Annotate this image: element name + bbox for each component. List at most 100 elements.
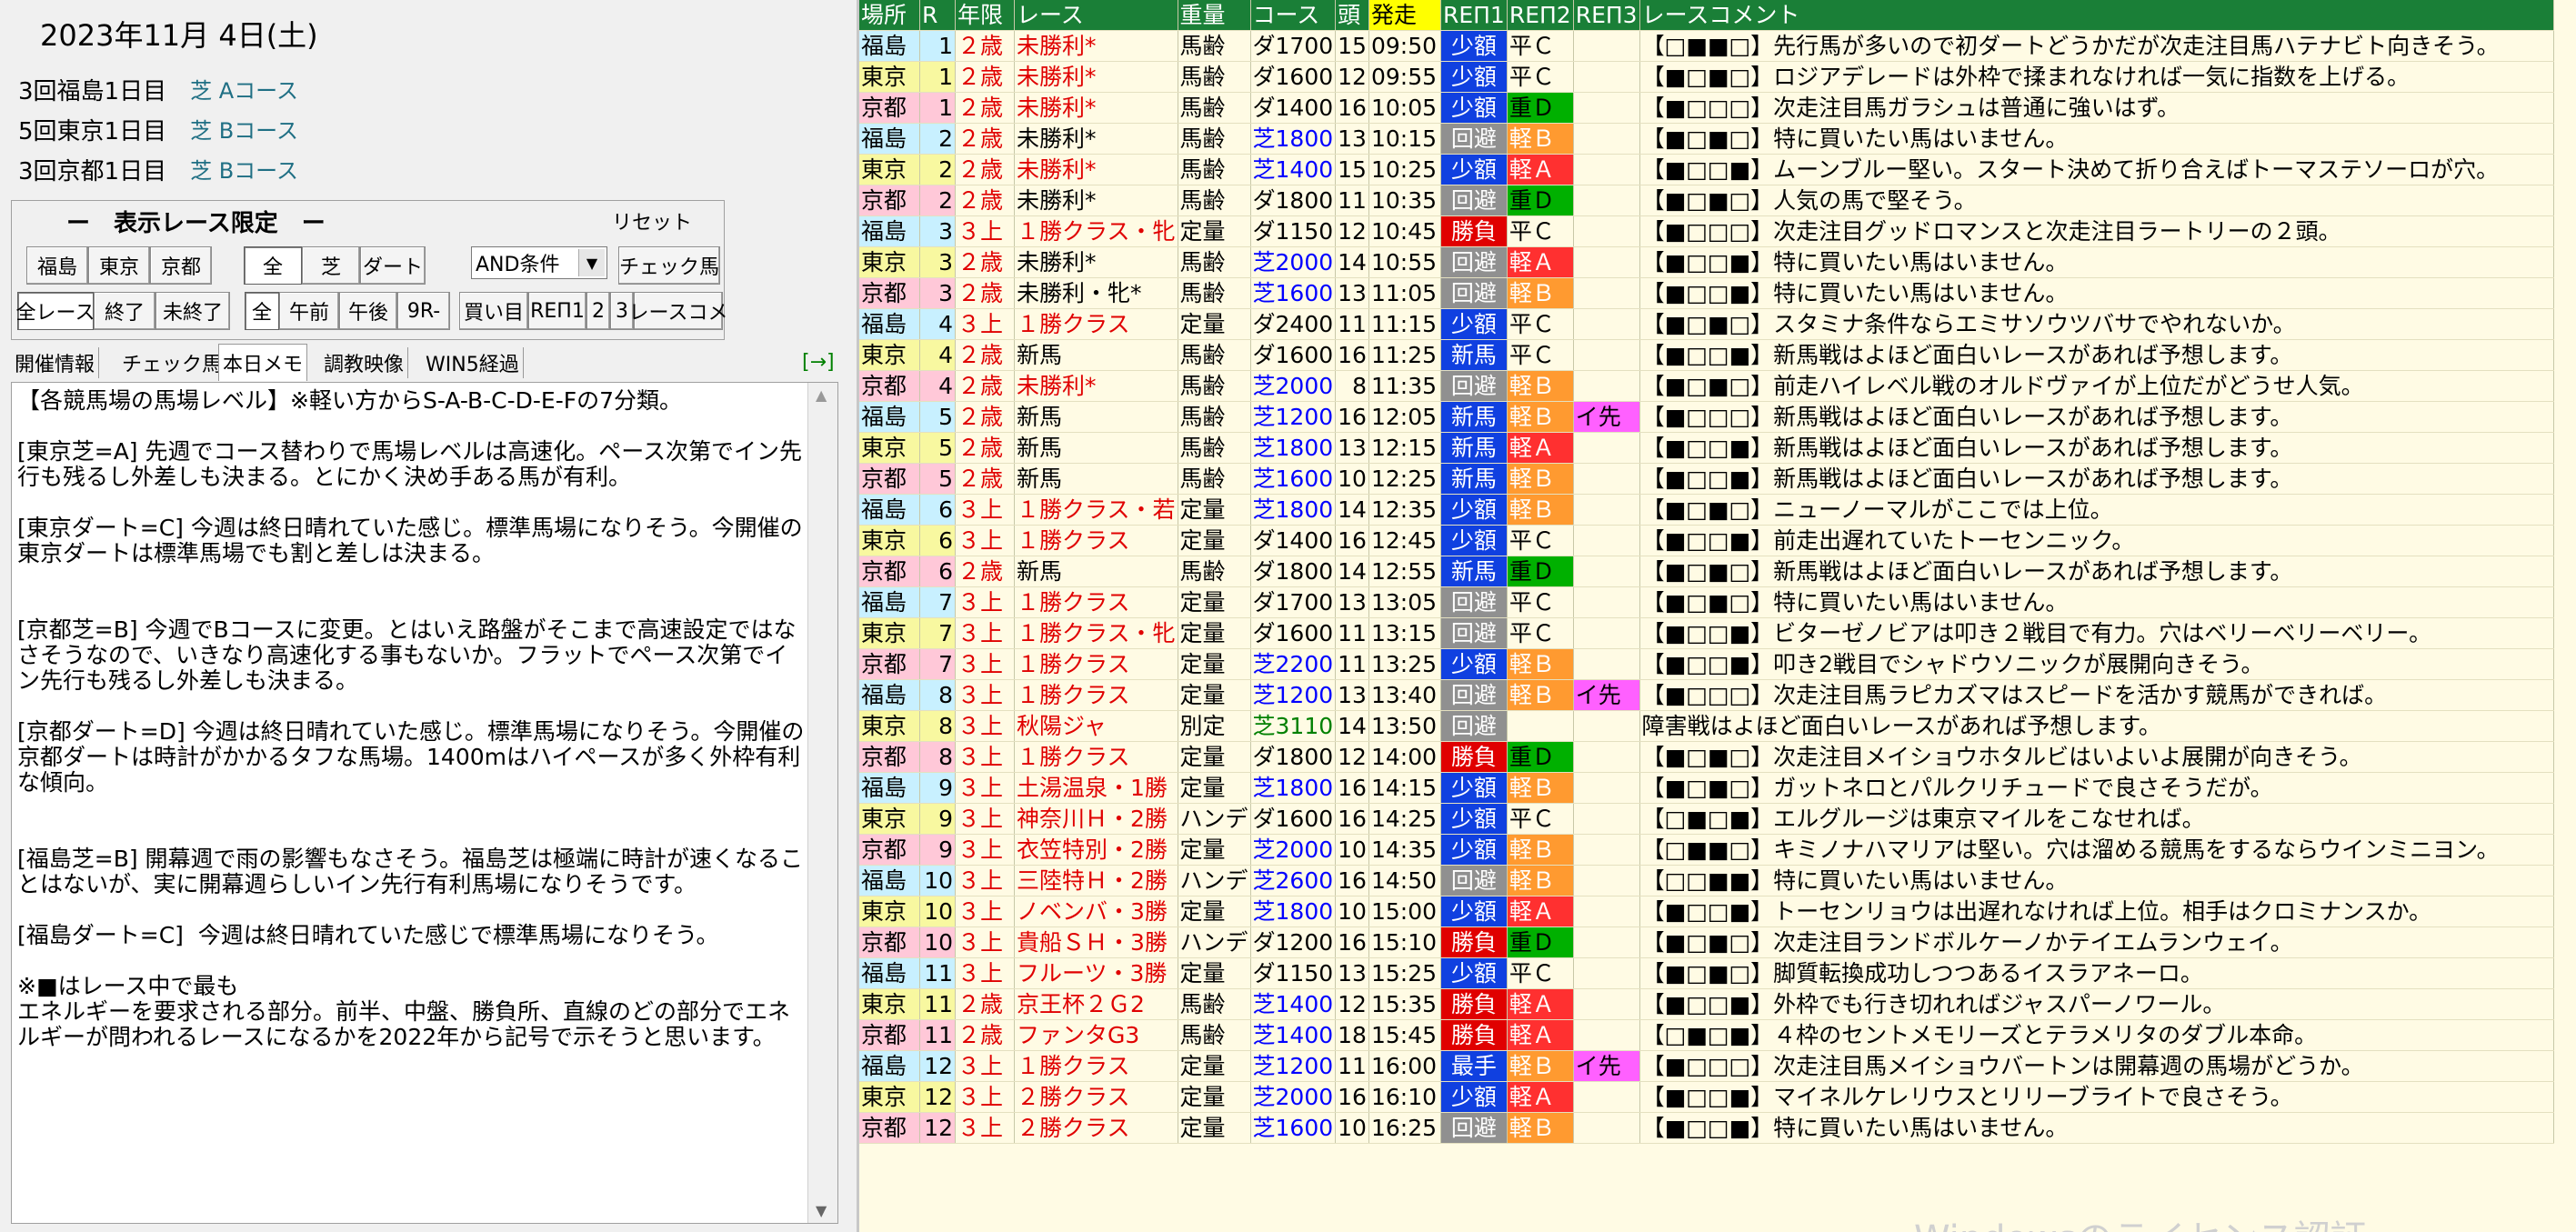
rep2-cell[interactable]: 重Ｄ (1507, 741, 1574, 773)
race-row[interactable]: 京都 6 ２歳 新馬 馬齢 ダ1800 14 12:55 新馬 重Ｄ 【■□■□】新馬戦はよほど面白… (859, 556, 2554, 587)
tab-win5[interactable]: WIN5経過 (422, 347, 524, 378)
age-class-cell[interactable]: ３上 (955, 1112, 1015, 1144)
race-row[interactable]: 東京 11 ２歳 京王杯２Ｇ2 馬齢 芝1400 12 15:35 勝負 軽Ａ 【■□□■】外枠でも… (859, 988, 2554, 1020)
race-row[interactable]: 京都 12 ３上 ２勝クラス 定量 芝1600 10 16:25 回避 軽Ｂ 【■□□■】特に買いた… (859, 1112, 2554, 1144)
rep1-cell[interactable]: 回避 (1440, 586, 1508, 618)
rep1-cell[interactable]: 新馬 (1440, 401, 1508, 433)
course-cell[interactable]: ダ1400 (1250, 525, 1337, 556)
race-row[interactable]: 京都 2 ２歳 未勝利* 馬齢 ダ1800 11 10:35 回避 重Ｄ 【■□■□】人気の馬で堅そ… (859, 185, 2554, 216)
race-name-cell[interactable]: 未勝利* (1014, 30, 1178, 62)
rep2-cell[interactable]: 平Ｃ (1507, 803, 1574, 835)
col-course[interactable]: コース (1250, 0, 1337, 31)
tab-meet-info[interactable]: 開催情報 (11, 347, 100, 378)
rep3-cell[interactable]: イ先 (1573, 679, 1640, 711)
age-class-cell[interactable]: ２歳 (955, 1019, 1015, 1051)
venue-cell[interactable]: 京都 (859, 741, 920, 773)
rep3-cell[interactable] (1573, 185, 1640, 216)
rep2-cell[interactable]: 軽Ａ (1507, 988, 1574, 1020)
start-time-cell[interactable]: 11:05 (1368, 277, 1441, 309)
race-number-cell[interactable]: 6 (919, 525, 956, 556)
check-horse-button[interactable]: チェック馬 (618, 246, 720, 285)
rep1-cell[interactable]: 少額 (1440, 30, 1508, 62)
rep2-cell[interactable]: 平Ｃ (1507, 525, 1574, 556)
race-name-cell[interactable]: １勝クラス (1014, 308, 1178, 340)
race-name-cell[interactable]: 未勝利* (1014, 370, 1178, 402)
start-time-cell[interactable]: 09:55 (1368, 61, 1441, 93)
venue-cell[interactable]: 東京 (859, 617, 920, 649)
course-cell[interactable]: 芝2200 (1250, 648, 1337, 680)
rep3-cell[interactable]: イ先 (1573, 401, 1640, 433)
col-race[interactable]: レース (1014, 0, 1178, 31)
head-count-cell[interactable]: 12 (1335, 215, 1369, 247)
rep1-cell[interactable]: 回避 (1440, 865, 1508, 896)
weight-cell[interactable]: 馬齢 (1178, 556, 1251, 587)
head-count-cell[interactable]: 12 (1335, 61, 1369, 93)
age-class-cell[interactable]: ２歳 (955, 463, 1015, 495)
start-time-cell[interactable]: 12:45 (1368, 525, 1441, 556)
head-count-cell[interactable]: 11 (1335, 308, 1369, 340)
race-number-cell[interactable]: 4 (919, 370, 956, 402)
rep3-cell[interactable] (1573, 339, 1640, 371)
rep1-cell[interactable]: 回避 (1440, 370, 1508, 402)
race-number-cell[interactable]: 3 (919, 215, 956, 247)
start-time-cell[interactable]: 12:55 (1368, 556, 1441, 587)
race-number-cell[interactable]: 5 (919, 463, 956, 495)
weight-cell[interactable]: 定量 (1178, 494, 1251, 526)
rep2-cell[interactable]: 軽Ａ (1507, 154, 1574, 185)
start-time-cell[interactable]: 15:35 (1368, 988, 1441, 1020)
race-row[interactable]: 東京 2 ２歳 未勝利* 馬齢 芝1400 15 10:25 少額 軽Ａ 【■□□■】ムーンブルー堅… (859, 154, 2554, 185)
race-number-cell[interactable]: 1 (919, 61, 956, 93)
course-cell[interactable]: ダ1800 (1250, 741, 1337, 773)
rep1-cell[interactable]: 少額 (1440, 957, 1508, 989)
head-count-cell[interactable]: 12 (1335, 988, 1369, 1020)
comment-cell[interactable]: 【■□■□】スタミナ条件ならエミサソウツバサでやれないか。 (1639, 308, 2554, 340)
rep3-cell[interactable] (1573, 154, 1640, 185)
rep3-cell[interactable] (1573, 803, 1640, 835)
head-count-cell[interactable]: 13 (1335, 679, 1369, 711)
race-number-cell[interactable]: 7 (919, 648, 956, 680)
age-class-cell[interactable]: ２歳 (955, 988, 1015, 1020)
head-count-cell[interactable]: 10 (1335, 463, 1369, 495)
head-count-cell[interactable]: 18 (1335, 1019, 1369, 1051)
venue-cell[interactable]: 京都 (859, 277, 920, 309)
race-row[interactable]: 福島 11 ３上 フルーツ・3勝 定量 ダ1150 13 15:25 少額 平Ｃ 【■□■□】脚質転… (859, 957, 2554, 989)
race-name-cell[interactable]: １勝クラス (1014, 586, 1178, 618)
race-name-cell[interactable]: 衣笠特別・2勝 (1014, 834, 1178, 866)
course-cell[interactable]: 芝1800 (1250, 772, 1337, 804)
comment-cell[interactable]: 【□■■□】先行馬が多いので初ダートどうかだが次走注目馬ハテナビト向きそう。 (1639, 30, 2554, 62)
age-class-cell[interactable]: ３上 (955, 494, 1015, 526)
start-time-cell[interactable]: 14:50 (1368, 865, 1441, 896)
race-row[interactable]: 福島 12 ３上 １勝クラス 定量 芝1200 11 16:00 最手 軽Ｂ イ先 【■□□□】次走注… (859, 1050, 2554, 1082)
start-time-cell[interactable]: 15:00 (1368, 896, 1441, 927)
start-time-cell[interactable]: 10:45 (1368, 215, 1441, 247)
surface-turf-button[interactable]: 芝 (302, 246, 360, 285)
race-name-cell[interactable]: 京王杯２Ｇ2 (1014, 988, 1178, 1020)
race-row[interactable]: 東京 7 ３上 １勝クラス・牝 定量 ダ1600 11 13:15 回避 平Ｃ 【■□□■】ビターゼ… (859, 617, 2554, 649)
comment-cell[interactable]: 【■□□□】次走注目馬メイショウバートンは開幕週の馬場がどうか。 (1639, 1050, 2554, 1082)
age-class-cell[interactable]: ３上 (955, 586, 1015, 618)
race-row[interactable]: 京都 4 ２歳 未勝利* 馬齢 芝2000 8 11:35 回避 軽Ｂ 【■□■□】前走ハイレベル戦… (859, 370, 2554, 402)
venue-cell[interactable]: 東京 (859, 246, 920, 278)
rep3-cell[interactable] (1573, 215, 1640, 247)
start-time-cell[interactable]: 13:50 (1368, 710, 1441, 742)
start-time-cell[interactable]: 12:25 (1368, 463, 1441, 495)
race-name-cell[interactable]: ２勝クラス (1014, 1081, 1178, 1113)
start-time-cell[interactable]: 10:35 (1368, 185, 1441, 216)
head-count-cell[interactable]: 15 (1335, 154, 1369, 185)
rep3-cell[interactable] (1573, 834, 1640, 866)
head-count-cell[interactable]: 15 (1335, 30, 1369, 62)
rep2-cell[interactable]: 軽Ｂ (1507, 277, 1574, 309)
venue-cell[interactable]: 福島 (859, 586, 920, 618)
rep1-cell[interactable]: 少額 (1440, 308, 1508, 340)
weight-cell[interactable]: 馬齢 (1178, 92, 1251, 124)
rep2-cell[interactable]: 軽Ｂ (1507, 772, 1574, 804)
start-time-cell[interactable]: 14:25 (1368, 803, 1441, 835)
course-cell[interactable]: ダ1700 (1250, 30, 1337, 62)
race-name-cell[interactable]: ノベンバ・3勝 (1014, 896, 1178, 927)
head-count-cell[interactable]: 10 (1335, 1112, 1369, 1144)
rep3-cell[interactable] (1573, 896, 1640, 927)
start-time-cell[interactable]: 14:35 (1368, 834, 1441, 866)
rep2-cell[interactable]: 軽Ｂ (1507, 834, 1574, 866)
col-comment[interactable]: レースコメント (1639, 0, 2554, 31)
race-name-cell[interactable]: 土湯温泉・1勝 (1014, 772, 1178, 804)
